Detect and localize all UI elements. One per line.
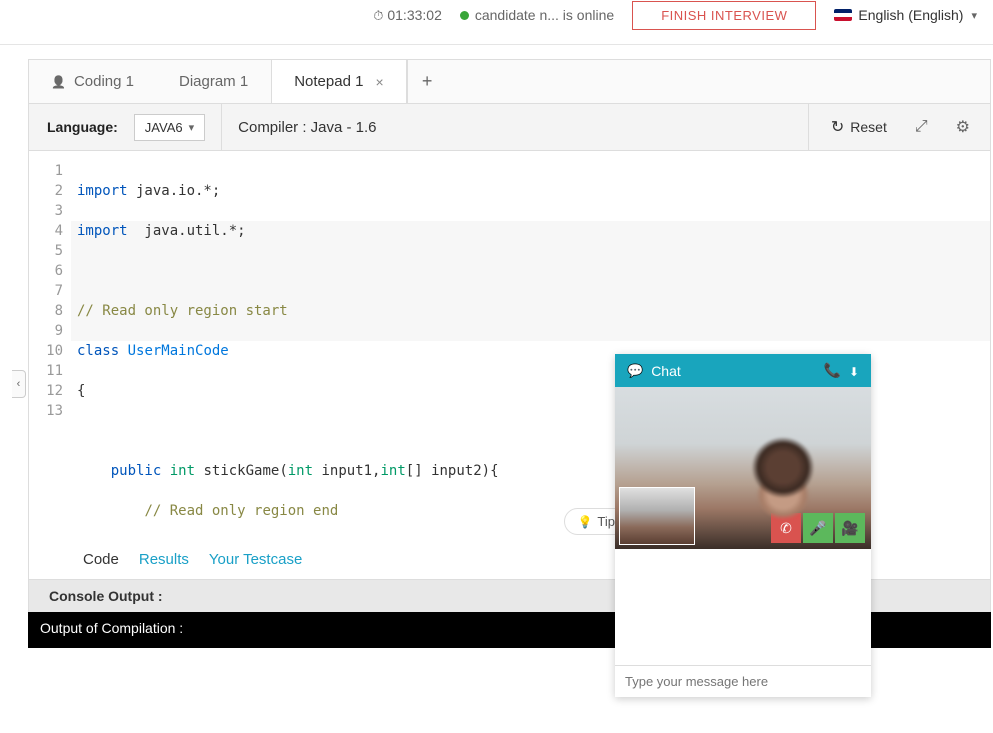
divider	[808, 104, 809, 150]
expand-icon[interactable]	[909, 114, 934, 140]
gear-icon[interactable]	[950, 113, 976, 141]
tab-notepad[interactable]: Notepad 1 ×	[271, 60, 406, 103]
hangup-button[interactable]	[771, 513, 801, 543]
reset-button[interactable]: Reset	[825, 113, 893, 141]
tab-coding[interactable]: Coding 1	[29, 60, 157, 103]
chat-header[interactable]: Chat	[615, 354, 871, 387]
timer: 01:33:02	[373, 7, 442, 24]
close-icon[interactable]: ×	[375, 74, 383, 90]
tab-notepad-label: Notepad 1	[294, 73, 363, 90]
online-status: candidate n... is online	[460, 7, 614, 23]
tab-coding-label: Coding 1	[74, 73, 134, 90]
video-controls	[771, 513, 865, 543]
reset-icon	[831, 117, 844, 137]
video-self-pip[interactable]	[619, 487, 695, 545]
chat-title: Chat	[651, 363, 681, 379]
clock-icon	[373, 7, 383, 24]
video-chat-panel: Chat	[615, 354, 871, 697]
chat-icon	[627, 362, 643, 379]
timer-text: 01:33:02	[387, 7, 442, 23]
tips-label: Tip	[597, 514, 615, 529]
language-select[interactable]: JAVA6	[134, 114, 205, 141]
language-value: JAVA6	[145, 120, 183, 135]
compiler-text: Compiler : Java - 1.6	[238, 119, 376, 136]
video-main	[615, 387, 871, 549]
workspace-tabs: Coding 1 Diagram 1 Notepad 1 × +	[28, 59, 991, 103]
flag-icon	[834, 9, 852, 21]
chat-input[interactable]	[615, 665, 871, 697]
subtab-code[interactable]: Code	[83, 551, 119, 571]
locale-selector[interactable]: English (English)	[834, 7, 977, 23]
status-text: candidate n... is online	[475, 7, 614, 23]
subtab-results[interactable]: Results	[139, 551, 189, 571]
hangup-icon	[780, 520, 792, 537]
camera-icon	[841, 520, 858, 537]
camera-button[interactable]	[835, 513, 865, 543]
editor-toolbar: Language: JAVA6 Compiler : Java - 1.6 Re…	[28, 103, 991, 151]
language-label: Language:	[47, 119, 118, 135]
finish-interview-button[interactable]: FINISH INTERVIEW	[632, 1, 816, 30]
status-dot-icon	[460, 11, 469, 20]
phone-icon[interactable]	[824, 362, 841, 379]
mic-icon	[809, 520, 826, 537]
add-tab-button[interactable]: +	[407, 60, 447, 103]
mic-button[interactable]	[803, 513, 833, 543]
gutter: 1 2 3 4 5 6 7 8 9 10 11 12 13	[29, 151, 71, 541]
person-icon	[51, 73, 66, 90]
subtab-testcase[interactable]: Your Testcase	[209, 551, 302, 571]
reset-label: Reset	[850, 119, 887, 135]
chat-messages	[615, 549, 871, 697]
sidebar-collapse-handle[interactable]: ‹	[12, 370, 26, 398]
divider	[221, 104, 222, 150]
locale-label: English (English)	[858, 7, 963, 23]
tab-diagram-label: Diagram 1	[179, 73, 248, 90]
tab-diagram[interactable]: Diagram 1	[157, 60, 271, 103]
collapse-icon[interactable]	[849, 363, 859, 379]
